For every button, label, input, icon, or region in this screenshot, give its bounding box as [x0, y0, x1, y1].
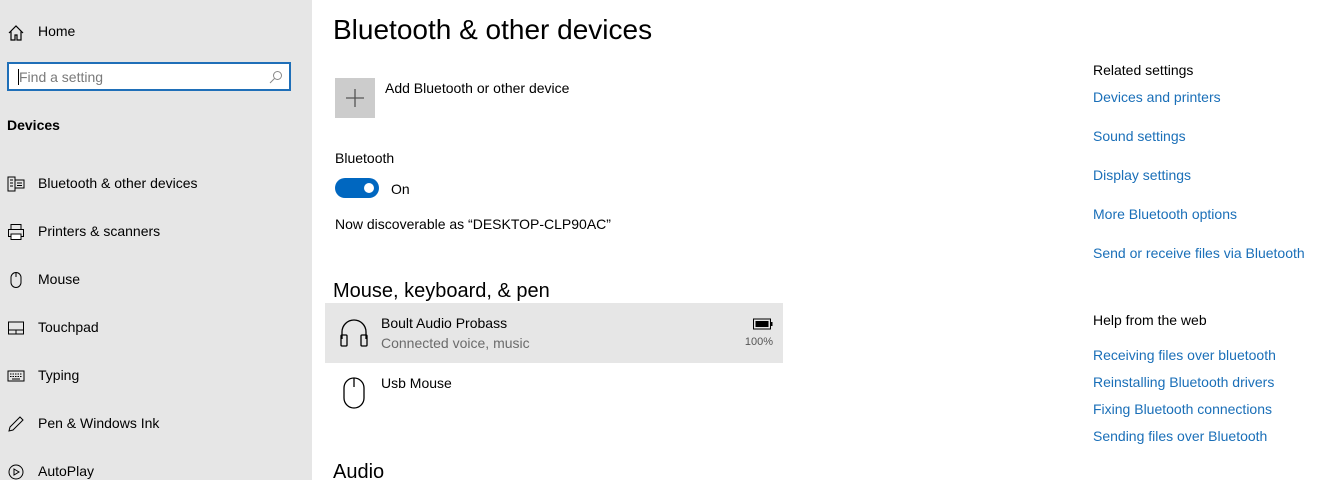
link-sending-files[interactable]: Sending files over Bluetooth: [1093, 428, 1267, 444]
link-receiving-files[interactable]: Receiving files over bluetooth: [1093, 347, 1276, 363]
sidebar-home[interactable]: Home: [0, 14, 312, 50]
sidebar-item-touchpad[interactable]: Touchpad: [0, 308, 312, 348]
mouse-icon: [7, 271, 25, 289]
add-device-label[interactable]: Add Bluetooth or other device: [385, 80, 569, 96]
add-device-button[interactable]: [335, 78, 375, 118]
discoverable-text: Now discoverable as “DESKTOP-CLP90AC”: [335, 216, 611, 232]
audio-heading: Audio: [333, 461, 385, 483]
sidebar-item-printers[interactable]: Printers & scanners: [0, 212, 312, 252]
sidebar-item-label: Typing: [38, 367, 80, 383]
link-sound-settings[interactable]: Sound settings: [1093, 128, 1186, 144]
toggle-knob: [364, 183, 374, 193]
sidebar-item-label: Bluetooth & other devices: [38, 175, 198, 191]
link-more-bluetooth-options[interactable]: More Bluetooth options: [1093, 206, 1237, 222]
plus-icon: [346, 89, 364, 107]
related-settings-heading: Related settings: [1093, 62, 1194, 78]
home-icon: [7, 24, 25, 42]
help-heading: Help from the web: [1093, 312, 1207, 328]
battery-icon: [753, 317, 773, 330]
keyboard-typing-icon: [7, 367, 25, 385]
right-panel: Related settings Devices and printers So…: [1093, 0, 1333, 480]
link-fixing-connections[interactable]: Fixing Bluetooth connections: [1093, 401, 1272, 417]
battery-percentage: 100%: [744, 336, 773, 348]
sidebar-item-autoplay[interactable]: AutoPlay: [0, 452, 312, 492]
device-name: Boult Audio Probass: [381, 315, 508, 331]
sidebar-item-label: Mouse: [38, 271, 81, 287]
mouse-icon: [339, 377, 369, 409]
device-status: Connected voice, music: [381, 335, 530, 351]
search-input[interactable]: [19, 67, 259, 87]
search-icon[interactable]: [269, 70, 283, 84]
autoplay-icon: [7, 463, 25, 481]
sidebar-home-label: Home: [38, 23, 76, 39]
link-reinstalling-drivers[interactable]: Reinstalling Bluetooth drivers: [1093, 374, 1274, 390]
bluetooth-toggle[interactable]: [335, 178, 379, 198]
link-send-receive-files[interactable]: Send or receive files via Bluetooth: [1093, 245, 1305, 261]
sidebar: Home Devices Bluetooth & other devices P…: [0, 0, 312, 480]
touchpad-icon: [7, 319, 25, 337]
mouse-keyboard-pen-heading: Mouse, keyboard, & pen: [333, 280, 550, 302]
device-name: Usb Mouse: [381, 375, 452, 391]
sidebar-item-label: Printers & scanners: [38, 223, 161, 239]
bluetooth-state-label: On: [391, 181, 410, 197]
keyboard-icon: [7, 175, 25, 193]
link-display-settings[interactable]: Display settings: [1093, 167, 1191, 183]
sidebar-item-label: Pen & Windows Ink: [38, 415, 160, 431]
sidebar-item-pen[interactable]: Pen & Windows Ink: [0, 404, 312, 444]
printer-icon: [7, 223, 25, 241]
page-title: Bluetooth & other devices: [333, 14, 653, 45]
pen-icon: [7, 415, 25, 433]
sidebar-item-bluetooth[interactable]: Bluetooth & other devices: [0, 164, 312, 204]
sidebar-item-label: AutoPlay: [38, 463, 95, 479]
link-devices-and-printers[interactable]: Devices and printers: [1093, 89, 1221, 105]
main-content: Bluetooth & other devices Add Bluetooth …: [312, 0, 1072, 483]
sidebar-item-typing[interactable]: Typing: [0, 356, 312, 396]
device-item-boult[interactable]: Boult Audio Probass Connected voice, mus…: [325, 303, 783, 363]
sidebar-item-label: Touchpad: [38, 319, 99, 335]
search-box[interactable]: [7, 62, 291, 91]
headphones-icon: [339, 317, 369, 349]
device-item-usb-mouse[interactable]: Usb Mouse: [325, 363, 783, 423]
sidebar-section-title: Devices: [7, 117, 60, 133]
sidebar-item-mouse[interactable]: Mouse: [0, 260, 312, 300]
bluetooth-label: Bluetooth: [335, 150, 395, 166]
